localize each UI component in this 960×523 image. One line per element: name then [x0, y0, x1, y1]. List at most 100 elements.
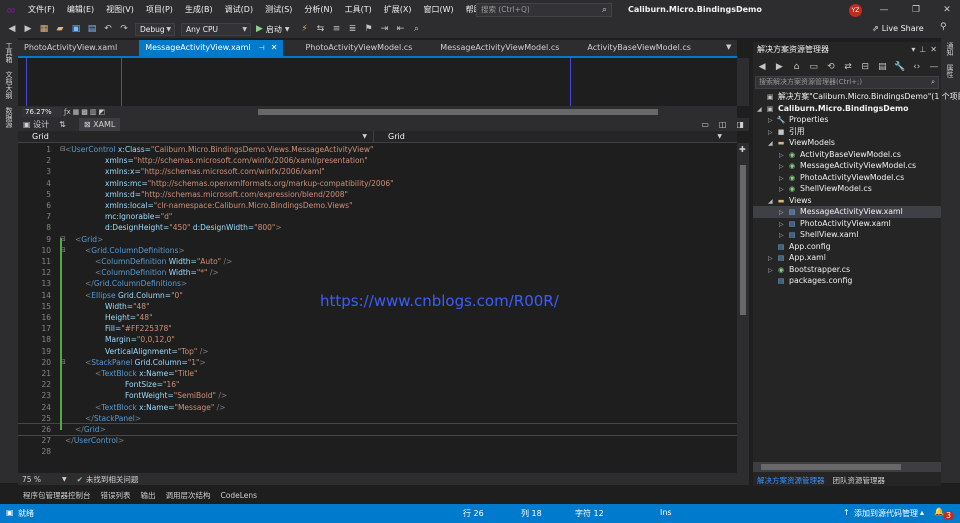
- bottom-tab[interactable]: 调用层次结构: [161, 490, 216, 501]
- code-line[interactable]: 17 Fill="#FF225378": [18, 323, 737, 334]
- xaml-designer-surface[interactable]: [18, 58, 737, 106]
- code-line[interactable]: 13 </Grid.ColumnDefinitions>: [18, 278, 737, 289]
- tree-item[interactable]: ▤ packages.config: [753, 275, 941, 287]
- code-line[interactable]: 10 ⊟ <Grid.ColumnDefinitions>: [18, 245, 737, 256]
- notifications-tab[interactable]: 通知: [945, 38, 955, 60]
- designer-vertical-scrollbar[interactable]: [737, 58, 749, 106]
- comment-icon[interactable]: ≡: [330, 22, 344, 36]
- live-share-button[interactable]: ⇗ Live Share: [872, 20, 924, 38]
- code-line[interactable]: 7 mc:Ignorable="d": [18, 211, 737, 222]
- tree-item[interactable]: ▷ ◉ Bootstrapper.cs: [753, 264, 941, 276]
- fx-icon[interactable]: ƒx: [64, 108, 71, 116]
- bottom-tab[interactable]: CodeLens: [216, 491, 263, 500]
- browser-link-icon[interactable]: ⚡: [298, 22, 312, 36]
- bottom-tab[interactable]: 错误列表: [96, 490, 136, 501]
- code-line[interactable]: 21 <TextBlock x:Name="Title": [18, 368, 737, 379]
- tree-item[interactable]: ◢ ▣ Caliburn.Micro.BindingsDemo: [753, 103, 941, 115]
- tree-item[interactable]: ◢ ▬ Views: [753, 195, 941, 207]
- document-tab[interactable]: MessageActivityView.xaml ⊣ ✕: [139, 40, 284, 56]
- toolbox-tab[interactable]: 工具箱: [4, 38, 14, 67]
- tree-item[interactable]: ▷ 🔧 Properties: [753, 114, 941, 126]
- code-line[interactable]: 8 d:DesignHeight="450" d:DesignWidth="800…: [18, 222, 737, 233]
- code-line[interactable]: 27 </UserControl>: [18, 435, 737, 446]
- code-line[interactable]: 6 xmlns:local="clr-namespace:Caliburn.Mic…: [18, 200, 737, 211]
- close-icon[interactable]: ✕: [936, 0, 958, 20]
- grid-icon[interactable]: ▦: [73, 108, 80, 116]
- save-all-icon[interactable]: ▤: [85, 22, 99, 36]
- menu-item[interactable]: 生成(B): [179, 0, 219, 20]
- hot-reload-icon[interactable]: ⇆: [314, 22, 328, 36]
- sync-icon[interactable]: ⇄: [842, 60, 854, 74]
- scrollbar-thumb[interactable]: [258, 109, 658, 115]
- pin-icon[interactable]: ⊥: [919, 42, 926, 58]
- tree-item[interactable]: ◢ ▬ ViewModels: [753, 137, 941, 149]
- uncomment-icon[interactable]: ≣: [346, 22, 360, 36]
- tree-item[interactable]: ▷ ◉ MessageActivityViewModel.cs: [753, 160, 941, 172]
- code-line[interactable]: 25 </StackPanel>: [18, 413, 737, 424]
- code-line[interactable]: 19 VerticalAlignment="Top" />: [18, 346, 737, 357]
- code-line[interactable]: 26 </Grid>: [18, 422, 737, 437]
- menu-item[interactable]: 编辑(E): [61, 0, 100, 20]
- editor-vertical-scrollbar[interactable]: ✚: [737, 143, 749, 473]
- add-to-source-control-button[interactable]: 添加到源代码管理: [854, 508, 918, 519]
- back-icon[interactable]: ◀: [756, 60, 768, 74]
- split-editor-icon[interactable]: ✚: [739, 145, 746, 154]
- data-sources-tab[interactable]: 数据源: [4, 103, 14, 132]
- tree-item[interactable]: ▣ 解决方案"Caliburn.Micro.BindingsDemo"(1 个项目: [753, 91, 960, 103]
- avatar[interactable]: YZ: [849, 4, 862, 17]
- snap-lines-icon[interactable]: ▥: [90, 108, 97, 116]
- code-line[interactable]: 16 Height="48": [18, 312, 737, 323]
- restore-icon[interactable]: ❐: [905, 0, 927, 20]
- tree-item[interactable]: ▷ ▤ App.xaml: [753, 252, 941, 264]
- tab-team-explorer[interactable]: 团队资源管理器: [829, 475, 890, 486]
- more-icon[interactable]: —: [928, 60, 940, 74]
- dropdown-icon[interactable]: ▾: [911, 42, 915, 58]
- collapse-pane-icon[interactable]: ◨: [731, 118, 749, 131]
- switch-views-icon[interactable]: ▭: [808, 60, 820, 74]
- issues-text[interactable]: 未找到相关问题: [86, 474, 139, 485]
- code-view-icon[interactable]: ‹›: [911, 60, 923, 74]
- code-line[interactable]: 18 Margin="0,0,12,0": [18, 334, 737, 345]
- code-line[interactable]: 4 xmlns:mc="http://schemas.openxmlformats…: [18, 178, 737, 189]
- back-icon[interactable]: ◀: [5, 22, 19, 36]
- tab-design[interactable]: ▣ 设计: [18, 118, 54, 131]
- tab-solution-explorer[interactable]: 解决方案资源管理器: [753, 475, 829, 486]
- menu-item[interactable]: 测试(S): [259, 0, 298, 20]
- menu-item[interactable]: 窗口(W): [418, 0, 460, 20]
- code-line[interactable]: 11 <ColumnDefinition Width="Auto" />: [18, 256, 737, 267]
- properties-icon[interactable]: 🔧: [894, 60, 906, 74]
- save-icon[interactable]: ▣: [69, 22, 83, 36]
- designer-zoom-select[interactable]: 76.27%: [22, 107, 62, 117]
- find-icon[interactable]: ⌕: [410, 22, 424, 36]
- notification-bell-icon[interactable]: 🔔: [934, 507, 944, 516]
- properties-tab[interactable]: 属性: [945, 60, 955, 82]
- undo-icon[interactable]: ↶: [101, 22, 115, 36]
- pin-icon[interactable]: ⊣: [259, 40, 265, 56]
- swap-panes-icon[interactable]: ⇅: [54, 118, 71, 131]
- pending-changes-icon[interactable]: ⟲: [825, 60, 837, 74]
- minimize-icon[interactable]: —: [873, 0, 895, 20]
- solution-search-input[interactable]: 搜索解决方案资源管理器(Ctrl+;) ⌕: [755, 76, 939, 89]
- tab-overflow-icon[interactable]: ▼: [726, 43, 731, 51]
- redo-icon[interactable]: ↷: [117, 22, 131, 36]
- menu-item[interactable]: 文件(F): [22, 0, 61, 20]
- forward-icon[interactable]: ▶: [773, 60, 785, 74]
- document-outline-tab[interactable]: 文档大纲: [4, 67, 14, 103]
- scrollbar-thumb[interactable]: [740, 165, 746, 315]
- tree-item[interactable]: ▷ ◉ ActivityBaseViewModel.cs: [753, 149, 941, 161]
- tree-item[interactable]: ▷ ◉ ShellViewModel.cs: [753, 183, 941, 195]
- code-line[interactable]: 1 ⊟ <UserControl x:Class="Caliburn.Micro.B…: [18, 144, 737, 155]
- bookmark-icon[interactable]: ⚑: [362, 22, 376, 36]
- scrollbar-thumb[interactable]: [761, 464, 901, 470]
- code-line[interactable]: 23 FontWeight="SemiBold" />: [18, 390, 737, 401]
- bottom-tab[interactable]: 程序包管理器控制台: [18, 490, 96, 501]
- home-icon[interactable]: ⌂: [790, 60, 802, 74]
- indent-icon[interactable]: ⇥: [378, 22, 392, 36]
- code-line[interactable]: 2 xmlns="http://schemas.microsoft.com/win…: [18, 155, 737, 166]
- designer-horizontal-scrollbar[interactable]: [18, 106, 737, 118]
- search-input[interactable]: 搜索 (Ctrl+Q) ⌕: [476, 3, 612, 17]
- configuration-select[interactable]: Debug ▼: [135, 22, 175, 36]
- collapse-all-icon[interactable]: ⊟: [859, 60, 871, 74]
- code-line[interactable]: 20 ⊟ <StackPanel Grid.Column="1">: [18, 357, 737, 368]
- solution-horizontal-scrollbar[interactable]: [753, 462, 941, 472]
